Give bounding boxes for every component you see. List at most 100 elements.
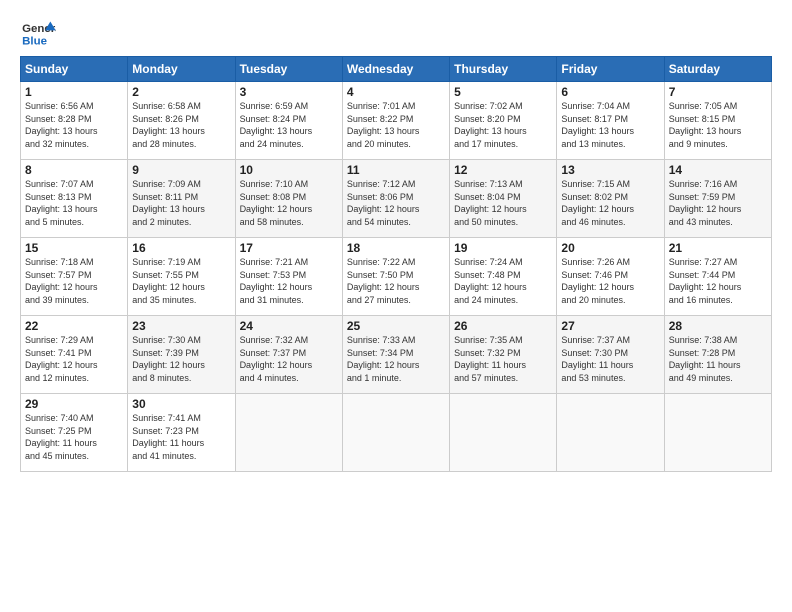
day-header-monday: Monday [128,57,235,82]
day-number: 12 [454,163,552,177]
day-number: 28 [669,319,767,333]
day-header-wednesday: Wednesday [342,57,449,82]
calendar-cell: 19Sunrise: 7:24 AMSunset: 7:48 PMDayligh… [450,238,557,316]
day-number: 24 [240,319,338,333]
cell-info: Sunrise: 7:16 AMSunset: 7:59 PMDaylight:… [669,178,767,228]
cell-info: Sunrise: 7:04 AMSunset: 8:17 PMDaylight:… [561,100,659,150]
calendar-cell: 15Sunrise: 7:18 AMSunset: 7:57 PMDayligh… [21,238,128,316]
calendar-cell: 24Sunrise: 7:32 AMSunset: 7:37 PMDayligh… [235,316,342,394]
calendar-cell [342,394,449,472]
day-number: 26 [454,319,552,333]
calendar-week-1: 1Sunrise: 6:56 AMSunset: 8:28 PMDaylight… [21,82,772,160]
cell-info: Sunrise: 7:27 AMSunset: 7:44 PMDaylight:… [669,256,767,306]
calendar-cell: 27Sunrise: 7:37 AMSunset: 7:30 PMDayligh… [557,316,664,394]
calendar-cell: 7Sunrise: 7:05 AMSunset: 8:15 PMDaylight… [664,82,771,160]
calendar-cell: 18Sunrise: 7:22 AMSunset: 7:50 PMDayligh… [342,238,449,316]
cell-info: Sunrise: 7:02 AMSunset: 8:20 PMDaylight:… [454,100,552,150]
day-number: 27 [561,319,659,333]
day-number: 15 [25,241,123,255]
cell-info: Sunrise: 7:35 AMSunset: 7:32 PMDaylight:… [454,334,552,384]
day-number: 10 [240,163,338,177]
day-number: 29 [25,397,123,411]
cell-info: Sunrise: 7:21 AMSunset: 7:53 PMDaylight:… [240,256,338,306]
cell-info: Sunrise: 7:29 AMSunset: 7:41 PMDaylight:… [25,334,123,384]
day-number: 20 [561,241,659,255]
cell-info: Sunrise: 7:10 AMSunset: 8:08 PMDaylight:… [240,178,338,228]
day-number: 9 [132,163,230,177]
calendar-table: SundayMondayTuesdayWednesdayThursdayFrid… [20,56,772,472]
cell-info: Sunrise: 7:19 AMSunset: 7:55 PMDaylight:… [132,256,230,306]
calendar-cell: 13Sunrise: 7:15 AMSunset: 8:02 PMDayligh… [557,160,664,238]
cell-info: Sunrise: 7:13 AMSunset: 8:04 PMDaylight:… [454,178,552,228]
day-header-saturday: Saturday [664,57,771,82]
calendar-cell: 30Sunrise: 7:41 AMSunset: 7:23 PMDayligh… [128,394,235,472]
cell-info: Sunrise: 7:38 AMSunset: 7:28 PMDaylight:… [669,334,767,384]
svg-text:Blue: Blue [22,35,47,47]
calendar-cell: 21Sunrise: 7:27 AMSunset: 7:44 PMDayligh… [664,238,771,316]
cell-info: Sunrise: 7:09 AMSunset: 8:11 PMDaylight:… [132,178,230,228]
day-number: 1 [25,85,123,99]
calendar-cell: 22Sunrise: 7:29 AMSunset: 7:41 PMDayligh… [21,316,128,394]
calendar-week-3: 15Sunrise: 7:18 AMSunset: 7:57 PMDayligh… [21,238,772,316]
calendar-week-4: 22Sunrise: 7:29 AMSunset: 7:41 PMDayligh… [21,316,772,394]
calendar-cell: 16Sunrise: 7:19 AMSunset: 7:55 PMDayligh… [128,238,235,316]
day-number: 2 [132,85,230,99]
cell-info: Sunrise: 7:37 AMSunset: 7:30 PMDaylight:… [561,334,659,384]
day-number: 22 [25,319,123,333]
day-number: 30 [132,397,230,411]
day-number: 5 [454,85,552,99]
calendar-cell: 23Sunrise: 7:30 AMSunset: 7:39 PMDayligh… [128,316,235,394]
cell-info: Sunrise: 7:26 AMSunset: 7:46 PMDaylight:… [561,256,659,306]
day-number: 4 [347,85,445,99]
day-number: 25 [347,319,445,333]
calendar-cell: 5Sunrise: 7:02 AMSunset: 8:20 PMDaylight… [450,82,557,160]
day-header-sunday: Sunday [21,57,128,82]
calendar-cell: 14Sunrise: 7:16 AMSunset: 7:59 PMDayligh… [664,160,771,238]
calendar-cell [235,394,342,472]
cell-info: Sunrise: 7:32 AMSunset: 7:37 PMDaylight:… [240,334,338,384]
calendar-cell: 12Sunrise: 7:13 AMSunset: 8:04 PMDayligh… [450,160,557,238]
calendar-cell [664,394,771,472]
calendar-week-5: 29Sunrise: 7:40 AMSunset: 7:25 PMDayligh… [21,394,772,472]
day-header-thursday: Thursday [450,57,557,82]
calendar-cell [450,394,557,472]
calendar-week-2: 8Sunrise: 7:07 AMSunset: 8:13 PMDaylight… [21,160,772,238]
calendar-cell: 25Sunrise: 7:33 AMSunset: 7:34 PMDayligh… [342,316,449,394]
cell-info: Sunrise: 7:30 AMSunset: 7:39 PMDaylight:… [132,334,230,384]
calendar-cell: 26Sunrise: 7:35 AMSunset: 7:32 PMDayligh… [450,316,557,394]
cell-info: Sunrise: 7:22 AMSunset: 7:50 PMDaylight:… [347,256,445,306]
cell-info: Sunrise: 7:07 AMSunset: 8:13 PMDaylight:… [25,178,123,228]
calendar-header: SundayMondayTuesdayWednesdayThursdayFrid… [21,57,772,82]
cell-info: Sunrise: 7:41 AMSunset: 7:23 PMDaylight:… [132,412,230,462]
cell-info: Sunrise: 7:33 AMSunset: 7:34 PMDaylight:… [347,334,445,384]
cell-info: Sunrise: 7:12 AMSunset: 8:06 PMDaylight:… [347,178,445,228]
day-number: 11 [347,163,445,177]
calendar-cell: 1Sunrise: 6:56 AMSunset: 8:28 PMDaylight… [21,82,128,160]
day-number: 18 [347,241,445,255]
calendar-cell: 8Sunrise: 7:07 AMSunset: 8:13 PMDaylight… [21,160,128,238]
day-number: 21 [669,241,767,255]
calendar-cell: 11Sunrise: 7:12 AMSunset: 8:06 PMDayligh… [342,160,449,238]
day-number: 16 [132,241,230,255]
day-number: 6 [561,85,659,99]
calendar-cell: 20Sunrise: 7:26 AMSunset: 7:46 PMDayligh… [557,238,664,316]
calendar-cell: 6Sunrise: 7:04 AMSunset: 8:17 PMDaylight… [557,82,664,160]
cell-info: Sunrise: 6:56 AMSunset: 8:28 PMDaylight:… [25,100,123,150]
cell-info: Sunrise: 7:40 AMSunset: 7:25 PMDaylight:… [25,412,123,462]
calendar-cell [557,394,664,472]
day-number: 8 [25,163,123,177]
logo: General Blue [20,18,56,48]
day-number: 13 [561,163,659,177]
cell-info: Sunrise: 7:15 AMSunset: 8:02 PMDaylight:… [561,178,659,228]
calendar-cell: 9Sunrise: 7:09 AMSunset: 8:11 PMDaylight… [128,160,235,238]
day-number: 14 [669,163,767,177]
cell-info: Sunrise: 6:59 AMSunset: 8:24 PMDaylight:… [240,100,338,150]
day-number: 3 [240,85,338,99]
cell-info: Sunrise: 7:01 AMSunset: 8:22 PMDaylight:… [347,100,445,150]
calendar-cell: 2Sunrise: 6:58 AMSunset: 8:26 PMDaylight… [128,82,235,160]
cell-info: Sunrise: 6:58 AMSunset: 8:26 PMDaylight:… [132,100,230,150]
day-header-friday: Friday [557,57,664,82]
cell-info: Sunrise: 7:24 AMSunset: 7:48 PMDaylight:… [454,256,552,306]
day-number: 19 [454,241,552,255]
day-number: 7 [669,85,767,99]
